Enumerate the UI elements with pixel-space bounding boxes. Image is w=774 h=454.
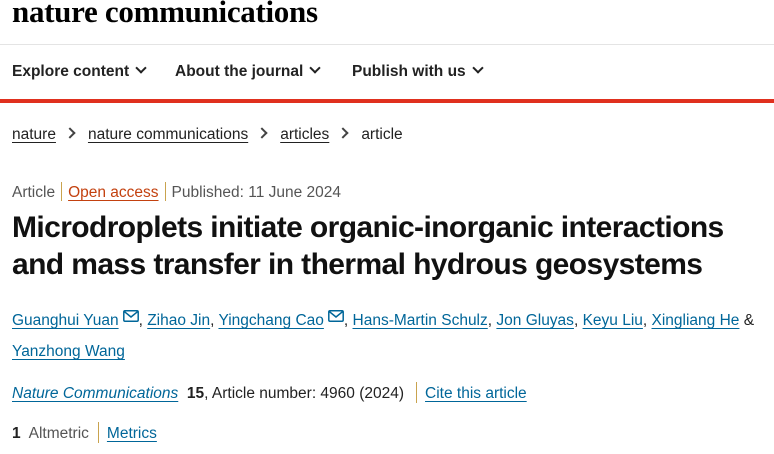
breadcrumb-nature[interactable]: nature (12, 126, 56, 143)
author-separator: , (210, 312, 215, 329)
author-separator: , (343, 312, 349, 329)
chevron-right-icon (64, 127, 76, 139)
nav-about-journal[interactable]: About the journal (175, 62, 321, 81)
author-link[interactable]: Hans-Martin Schulz (353, 312, 488, 329)
metrics-link[interactable]: Metrics (107, 425, 157, 442)
cite-this-article-link[interactable]: Cite this article (425, 385, 527, 402)
author-separator: , (573, 312, 579, 329)
article-type: Article (12, 184, 56, 201)
breadcrumb-articles[interactable]: articles (280, 126, 329, 143)
mail-icon[interactable] (122, 302, 139, 333)
author-link[interactable]: Keyu Liu (583, 312, 643, 329)
divider (416, 382, 418, 403)
site-logo[interactable]: nature communications (12, 0, 318, 30)
breadcrumb: nature nature communications articles artic… (12, 126, 403, 144)
chevron-right-icon (337, 127, 349, 139)
volume-number: 15 (186, 385, 205, 402)
chevron-down-icon (135, 62, 147, 74)
chevron-down-icon (309, 62, 321, 74)
citation-row: Nature Communications 15, Article number… (12, 382, 527, 403)
nav-publish-with-us[interactable]: Publish with us (352, 62, 484, 81)
nav-label: About the journal (175, 63, 304, 80)
published-date: Published: 11 June 2024 (171, 184, 342, 201)
nav-label: Publish with us (352, 63, 466, 80)
author-and: & (743, 312, 755, 329)
author-link[interactable]: Jon Gluyas (496, 312, 574, 329)
altmetric-count: 1 (12, 425, 21, 442)
author-link[interactable]: Yingchang Cao (218, 312, 323, 329)
author-link[interactable]: Guanghui Yuan (12, 312, 119, 329)
journal-link[interactable]: Nature Communications (12, 385, 178, 402)
author-link[interactable]: Xingliang He (652, 312, 740, 329)
author-separator: , (487, 312, 493, 329)
author-link[interactable]: Yanzhong Wang (12, 343, 125, 360)
nav-explore-content[interactable]: Explore content (12, 62, 147, 81)
breadcrumb-nature-communications[interactable]: nature communications (88, 126, 248, 143)
open-access-link[interactable]: Open access (68, 184, 158, 201)
altmetric-label: Altmetric (28, 425, 89, 442)
divider (164, 182, 166, 201)
article-meta: Article Open access Published: 11 June 202… (12, 182, 341, 202)
nav-label: Explore content (12, 63, 130, 80)
main-nav: Explore content About the journal Publis… (0, 45, 774, 103)
chevron-down-icon (472, 62, 484, 74)
divider (61, 182, 63, 201)
mail-icon[interactable] (327, 302, 344, 333)
masthead: nature communications (0, 0, 774, 45)
breadcrumb-current: article (361, 126, 403, 143)
author-link[interactable]: Zihao Jin (147, 312, 210, 329)
author-separator: , (138, 312, 143, 329)
author-list: Guanghui Yuan, Zihao Jin, Yingchang Cao,… (12, 302, 772, 367)
metrics-row: 1 Altmetric Metrics (12, 422, 157, 443)
divider (97, 422, 99, 443)
chevron-right-icon (256, 127, 268, 139)
article-number: , Article number: 4960 (2024) (204, 385, 405, 402)
article-title: Microdroplets initiate organic-inorganic… (12, 211, 724, 281)
author-separator: , (642, 312, 648, 329)
